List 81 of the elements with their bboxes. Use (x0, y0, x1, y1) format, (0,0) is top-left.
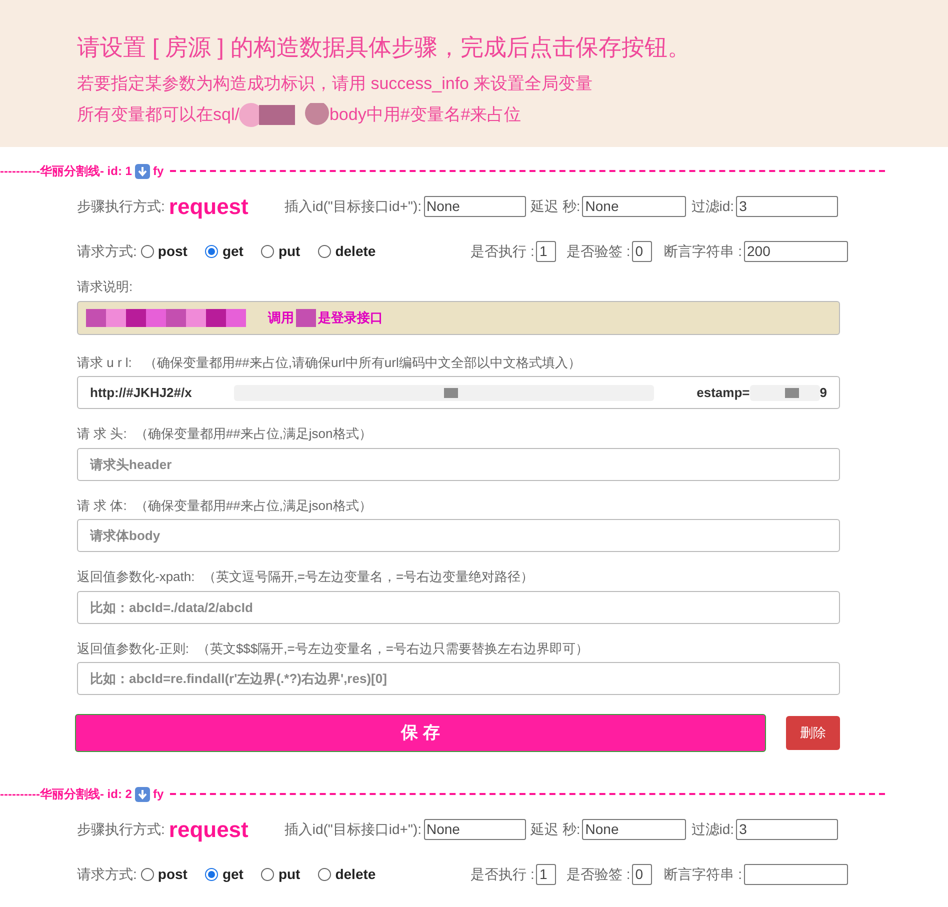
field-hint: （确保变量都用##来占位,满足json格式） (134, 425, 372, 443)
field-label: 延迟 秒: (530, 196, 580, 216)
redaction-drawing (750, 384, 820, 402)
filter-id-field[interactable]: 3 (736, 196, 838, 216)
field-label: 断言字符串 : (664, 242, 742, 260)
verify-field[interactable]: 0 (632, 240, 652, 262)
save-button[interactable]: 保 存 (75, 714, 766, 752)
text-field[interactable]: 请求体body (77, 519, 840, 552)
field-label: 请 求 头: (77, 425, 127, 443)
field-label: 插入id("目标接口id+"): (284, 820, 422, 839)
radio-button[interactable] (318, 244, 332, 258)
field-label: 请求方式: (77, 864, 137, 884)
notice-text: 所有变量都可以在sql/ (77, 104, 240, 126)
description-text: 是登录接口 (318, 308, 383, 327)
insert-id-field[interactable]: None (424, 196, 526, 216)
mode-value: request (168, 192, 248, 221)
radio-label: delete (335, 864, 376, 884)
assert-field[interactable]: 200 (744, 240, 848, 262)
field-label: 请求说明: (77, 278, 134, 296)
radio-button[interactable] (261, 244, 274, 258)
field-label: 请 求 体: (77, 496, 127, 514)
field-label: 是否执行 : (470, 242, 534, 260)
field-hint: （英文$$$隔开,=号左边变量名，=号右边只需要替换左右边界即可） (196, 640, 588, 658)
redaction-drawing (296, 306, 316, 328)
divider-label: fy (152, 163, 164, 180)
notice-text: body中用#变量名#来占位 (329, 104, 522, 126)
text-field[interactable]: 请求头header (77, 448, 840, 480)
field-hint: （英文逗号隔开,=号左边变量名，=号右边变量绝对路径） (202, 568, 534, 586)
field-label: 请求 u r l: (77, 354, 132, 372)
filter-id-field[interactable]: 3 (736, 818, 838, 840)
field-label: 断言字符串 : (664, 864, 742, 884)
mode-value: request (168, 816, 248, 844)
field-label: 插入id("目标接口id+"): (284, 196, 422, 216)
assert-field[interactable] (744, 864, 848, 884)
execute-field[interactable]: 1 (536, 240, 556, 262)
field-label: 延迟 秒: (530, 820, 580, 838)
verify-field[interactable]: 0 (632, 864, 652, 884)
down-arrow-icon (134, 164, 150, 178)
field-label: 是否验签 : (566, 242, 630, 260)
field-label: 返回值参数化-xpath: (77, 568, 195, 586)
delay-field[interactable]: None (582, 818, 686, 840)
radio-label: post (158, 242, 188, 261)
radio-button[interactable] (140, 868, 154, 880)
url-text: 9 (820, 384, 827, 402)
field-label: 过滤id: (691, 196, 734, 216)
radio-label: post (158, 864, 188, 884)
radio-button[interactable] (318, 868, 332, 880)
field-hint: （确保变量都用##来占位,请确保url中所有url编码中文全部以中文格式填入） (144, 354, 581, 372)
radio-label: put (278, 864, 300, 884)
notice-title: 请设置 [ 房源 ] 的构造数据具体步骤，完成后点击保存按钮。 (77, 33, 692, 62)
divider-label: ----------华丽分割线- id: 1 (0, 163, 132, 180)
field-label: 返回值参数化-正则: (77, 640, 189, 658)
field-hint: （确保变量都用##来占位,满足json格式） (134, 496, 372, 515)
field-label: 过滤id: (691, 820, 734, 838)
divider-label: ----------华丽分割线- id: 2 (0, 786, 132, 803)
radio-label: delete (335, 242, 376, 260)
execute-field[interactable]: 1 (536, 864, 556, 884)
field-label: 请求方式: (77, 242, 137, 260)
delete-button[interactable]: 删除 (786, 716, 840, 750)
radio-button[interactable] (140, 244, 154, 258)
url-text: http://#JKHJ2#/x (90, 384, 192, 402)
field-label: 步骤执行方式: (77, 820, 165, 838)
radio-label: get (222, 242, 244, 261)
radio-button[interactable] (261, 868, 274, 880)
text-field[interactable]: 比如：abcId=re.findall(r'左边界(.*?)右边界',res)[0] (77, 662, 840, 695)
url-field[interactable]: http://#JKHJ2#/x estamp= 9 (77, 376, 840, 409)
description-text: 调用 (268, 308, 294, 327)
field-label: 是否验签 : (566, 864, 630, 884)
down-arrow-icon (134, 786, 150, 802)
text-field[interactable]: 比如：abcId=./data/2/abcId (77, 590, 840, 624)
field-label: 步骤执行方式: (77, 196, 165, 216)
field-label: 是否执行 : (470, 864, 534, 884)
radio-button[interactable] (205, 244, 218, 258)
radio-label: put (278, 242, 300, 261)
notice-text: 若要指定某参数为构造成功标识，请用 success_info 来设置全局变量 (77, 72, 594, 94)
radio-label: get (222, 864, 244, 884)
insert-id-field[interactable]: None (424, 818, 526, 840)
divider-label: fy (152, 786, 164, 803)
url-text: estamp= (696, 384, 750, 402)
delay-field[interactable]: None (582, 196, 686, 216)
radio-button[interactable] (205, 868, 218, 880)
